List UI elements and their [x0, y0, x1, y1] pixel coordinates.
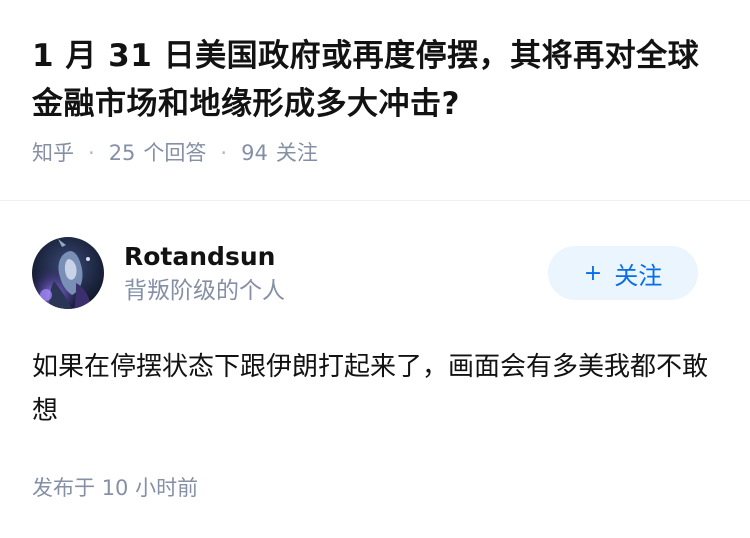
time-value: 10 小时前 — [101, 476, 199, 500]
separator-dot: · — [220, 141, 228, 165]
answer-timestamp: 发布于 10 小时前 — [32, 473, 718, 503]
question-meta: 知乎 · 25 个回答 · 94 关注 — [32, 138, 718, 168]
followers-count: 94 — [241, 141, 268, 165]
avatar[interactable] — [32, 237, 104, 309]
source-label[interactable]: 知乎 — [32, 138, 74, 168]
follow-label: 关注 — [614, 261, 663, 290]
time-prefix: 发布于 — [32, 476, 95, 500]
plus-icon: + — [583, 260, 603, 286]
author-name[interactable]: Rotandsun — [124, 239, 285, 275]
author-info: Rotandsun 背叛阶级的个人 — [124, 239, 285, 307]
author-bio: 背叛阶级的个人 — [124, 278, 285, 304]
answers-count: 25 — [108, 141, 136, 165]
follow-button[interactable]: + 关注 — [548, 246, 698, 300]
section-divider — [0, 200, 750, 201]
question-title[interactable]: 1 月 31 日美国政府或再度停摆，其将再对全球金融市场和地缘形成多大冲击? — [32, 32, 718, 128]
avatar-image — [32, 237, 104, 309]
separator-dot: · — [88, 141, 95, 165]
answer-content[interactable]: 如果在停摆状态下跟伊朗打起来了，画面会有多美我都不敢想 — [32, 345, 718, 433]
followers-label[interactable]: 关注 — [276, 138, 318, 168]
answers-label[interactable]: 个回答 — [143, 138, 206, 168]
question-header: 1 月 31 日美国政府或再度停摆，其将再对全球金融市场和地缘形成多大冲击? 知… — [0, 0, 750, 168]
